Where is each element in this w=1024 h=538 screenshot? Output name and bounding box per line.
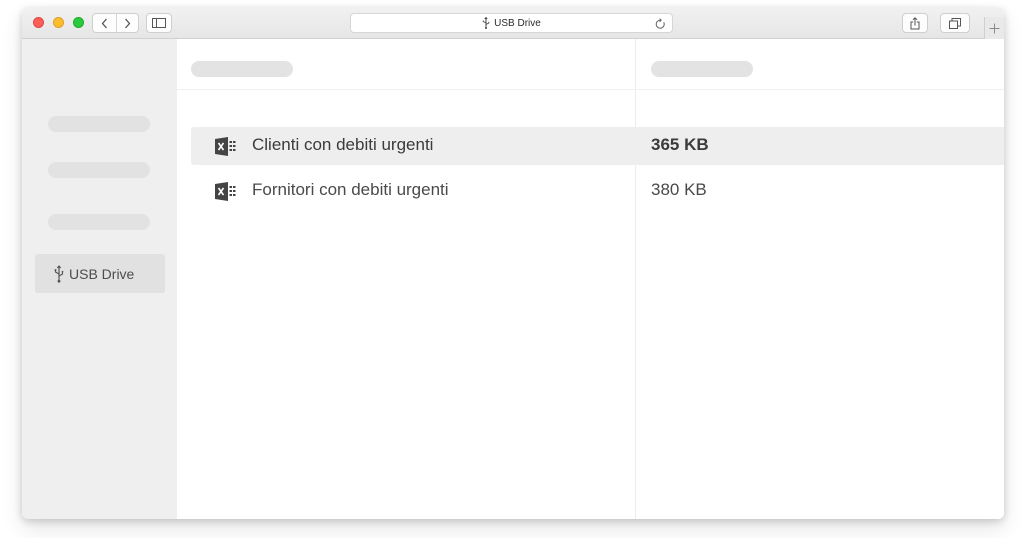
chevron-left-icon	[101, 18, 107, 28]
tabs-overview-button[interactable]	[940, 13, 970, 33]
address-content: USB Drive	[351, 14, 672, 32]
excel-file-icon	[215, 137, 236, 156]
new-tab-button[interactable]	[984, 17, 1004, 39]
file-name: Clienti con debiti urgenti	[252, 135, 434, 154]
file-size: 365 KB	[651, 135, 709, 154]
size-column-header[interactable]	[651, 61, 753, 77]
column-divider	[635, 39, 636, 519]
chevron-right-icon	[124, 18, 131, 28]
sidebar-item-usb-drive[interactable]: USB Drive	[35, 254, 165, 293]
file-name: Fornitori con debiti urgenti	[252, 180, 449, 199]
usb-icon	[54, 264, 64, 283]
navigation-buttons	[92, 13, 139, 33]
forward-button[interactable]	[115, 14, 139, 32]
browser-toolbar: USB Drive	[22, 8, 1004, 39]
back-button[interactable]	[93, 14, 116, 32]
reload-button[interactable]	[655, 17, 666, 35]
maximize-window-button[interactable]	[73, 17, 84, 28]
excel-file-icon	[215, 182, 236, 201]
share-icon	[910, 16, 920, 29]
address-text: USB Drive	[494, 17, 541, 29]
tabs-icon	[949, 17, 961, 29]
minimize-window-button[interactable]	[53, 17, 64, 28]
sidebar-placeholder	[48, 214, 150, 230]
sidebar-placeholder	[48, 162, 150, 178]
sidebar-icon	[152, 18, 166, 28]
sidebar-item-label: USB Drive	[69, 265, 135, 282]
sidebar: USB Drive	[22, 39, 177, 519]
share-button[interactable]	[902, 13, 928, 33]
close-window-button[interactable]	[33, 17, 44, 28]
address-bar[interactable]: USB Drive	[350, 13, 673, 33]
file-size: 380 KB	[651, 180, 707, 199]
name-column-header[interactable]	[191, 61, 293, 77]
plus-icon	[989, 23, 1000, 33]
reload-icon	[655, 18, 665, 29]
sidebar-toggle-button[interactable]	[146, 13, 172, 33]
file-row[interactable]: Fornitori con debiti urgenti 380 KB	[191, 172, 1004, 210]
usb-icon	[482, 17, 490, 29]
browser-window: USB Drive USB Drive Clienti con debiti u…	[22, 8, 1004, 519]
file-list: Clienti con debiti urgenti 365 KB Fornit…	[177, 39, 1004, 519]
sidebar-placeholder	[48, 116, 150, 132]
file-row[interactable]: Clienti con debiti urgenti 365 KB	[191, 127, 1004, 165]
header-divider	[177, 89, 1004, 90]
